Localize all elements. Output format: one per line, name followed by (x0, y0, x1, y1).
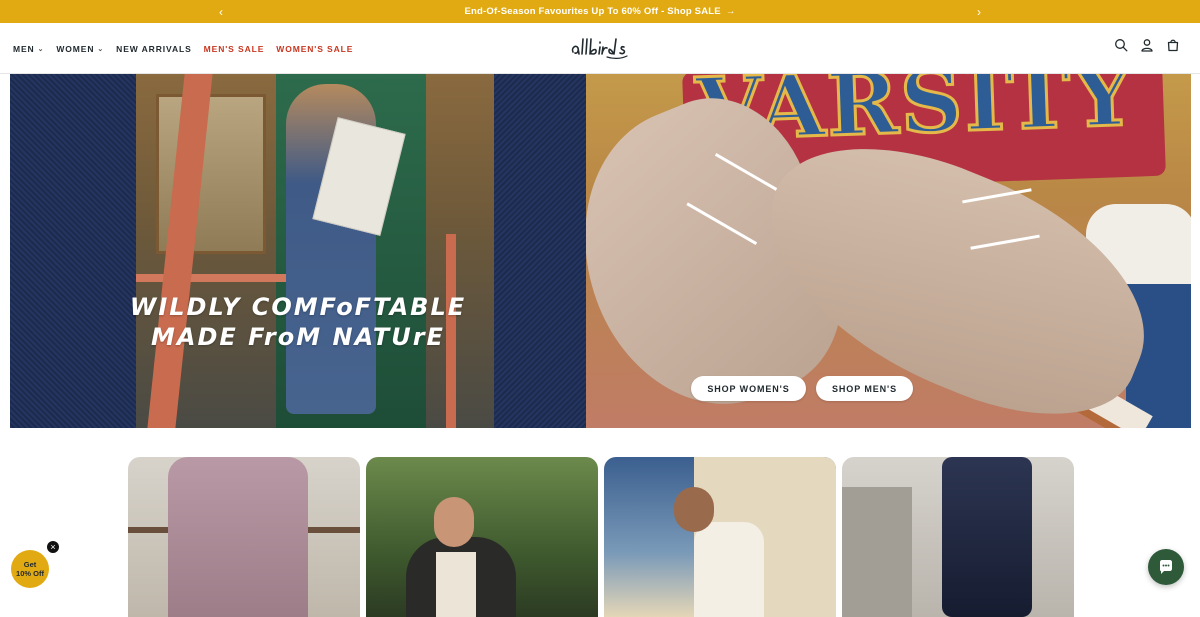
denim-texture (494, 74, 586, 428)
announcement-message[interactable]: End-Of-Season Favourites Up To 60% Off -… (464, 6, 720, 17)
main-nav: MEN ⌄ WOMEN ⌄ NEW ARRIVALS MEN'S SALE WO… (13, 23, 353, 74)
chat-button[interactable] (1148, 549, 1184, 585)
hero-product-photo: VARSITY (586, 74, 1191, 428)
nav-item-label: MEN'S SALE (203, 43, 265, 54)
nav-item-men[interactable]: MEN ⌄ (13, 44, 44, 54)
hero-lifestyle-photo (136, 74, 494, 428)
chevron-right-icon[interactable]: › (969, 0, 989, 23)
nav-item-new-arrivals[interactable]: NEW ARRIVALS (116, 44, 192, 54)
announcement-bar: ‹ End-Of-Season Favourites Up To 60% Off… (0, 0, 1200, 23)
header-tools (1114, 38, 1180, 52)
nav-item-womens-sale[interactable]: WOMEN'S SALE (276, 44, 353, 54)
site-header: MEN ⌄ WOMEN ⌄ NEW ARRIVALS MEN'S SALE WO… (0, 23, 1200, 74)
nav-item-label: NEW ARRIVALS (116, 43, 192, 54)
nav-item-women[interactable]: WOMEN ⌄ (56, 44, 104, 54)
shop-womens-button[interactable]: SHOP WOMEN'S (691, 376, 806, 401)
category-tiles (128, 457, 1074, 617)
arrow-right-icon: → (725, 6, 736, 17)
nav-item-mens-sale[interactable]: MEN'S SALE (204, 44, 265, 54)
chevron-down-icon: ⌄ (97, 45, 105, 53)
nav-item-label: WOMEN (56, 43, 95, 54)
discount-badge-line-2: 10% Off (16, 569, 44, 578)
nav-item-label: MEN (13, 43, 35, 54)
chat-icon (1160, 560, 1172, 574)
discount-badge[interactable]: Get 10% Off (11, 550, 49, 588)
cart-icon[interactable] (1166, 38, 1180, 52)
allbirds-logo[interactable] (569, 35, 631, 61)
hero-headline-line-2: MADE FroM NATUrE (151, 323, 445, 351)
category-tile[interactable] (128, 457, 360, 617)
nav-item-label: WOMEN'S SALE (276, 43, 354, 54)
chevron-down-icon: ⌄ (37, 45, 45, 53)
hero-headline: WILDLY COMFoFTABLE MADE FroM NATUrE (10, 292, 586, 352)
category-tile[interactable] (842, 457, 1074, 617)
hero-lifestyle-panel: WILDLY COMFoFTABLE MADE FroM NATUrE (10, 74, 586, 428)
discount-badge-line-1: Get (23, 560, 37, 569)
hero-banner: WILDLY COMFoFTABLE MADE FroM NATUrE VARS… (10, 74, 1191, 428)
hero-headline-line-1: WILDLY COMFoFTABLE (129, 293, 467, 321)
close-icon[interactable]: × (47, 541, 59, 553)
chevron-left-icon[interactable]: ‹ (211, 0, 231, 23)
category-tile[interactable] (604, 457, 836, 617)
account-icon[interactable] (1140, 38, 1154, 52)
denim-texture (10, 74, 136, 428)
shop-mens-button[interactable]: SHOP MEN'S (816, 376, 913, 401)
announcement-link[interactable]: End-Of-Season Favourites Up To 60% Off -… (464, 6, 735, 17)
search-icon[interactable] (1114, 38, 1128, 52)
category-tile[interactable] (366, 457, 598, 617)
